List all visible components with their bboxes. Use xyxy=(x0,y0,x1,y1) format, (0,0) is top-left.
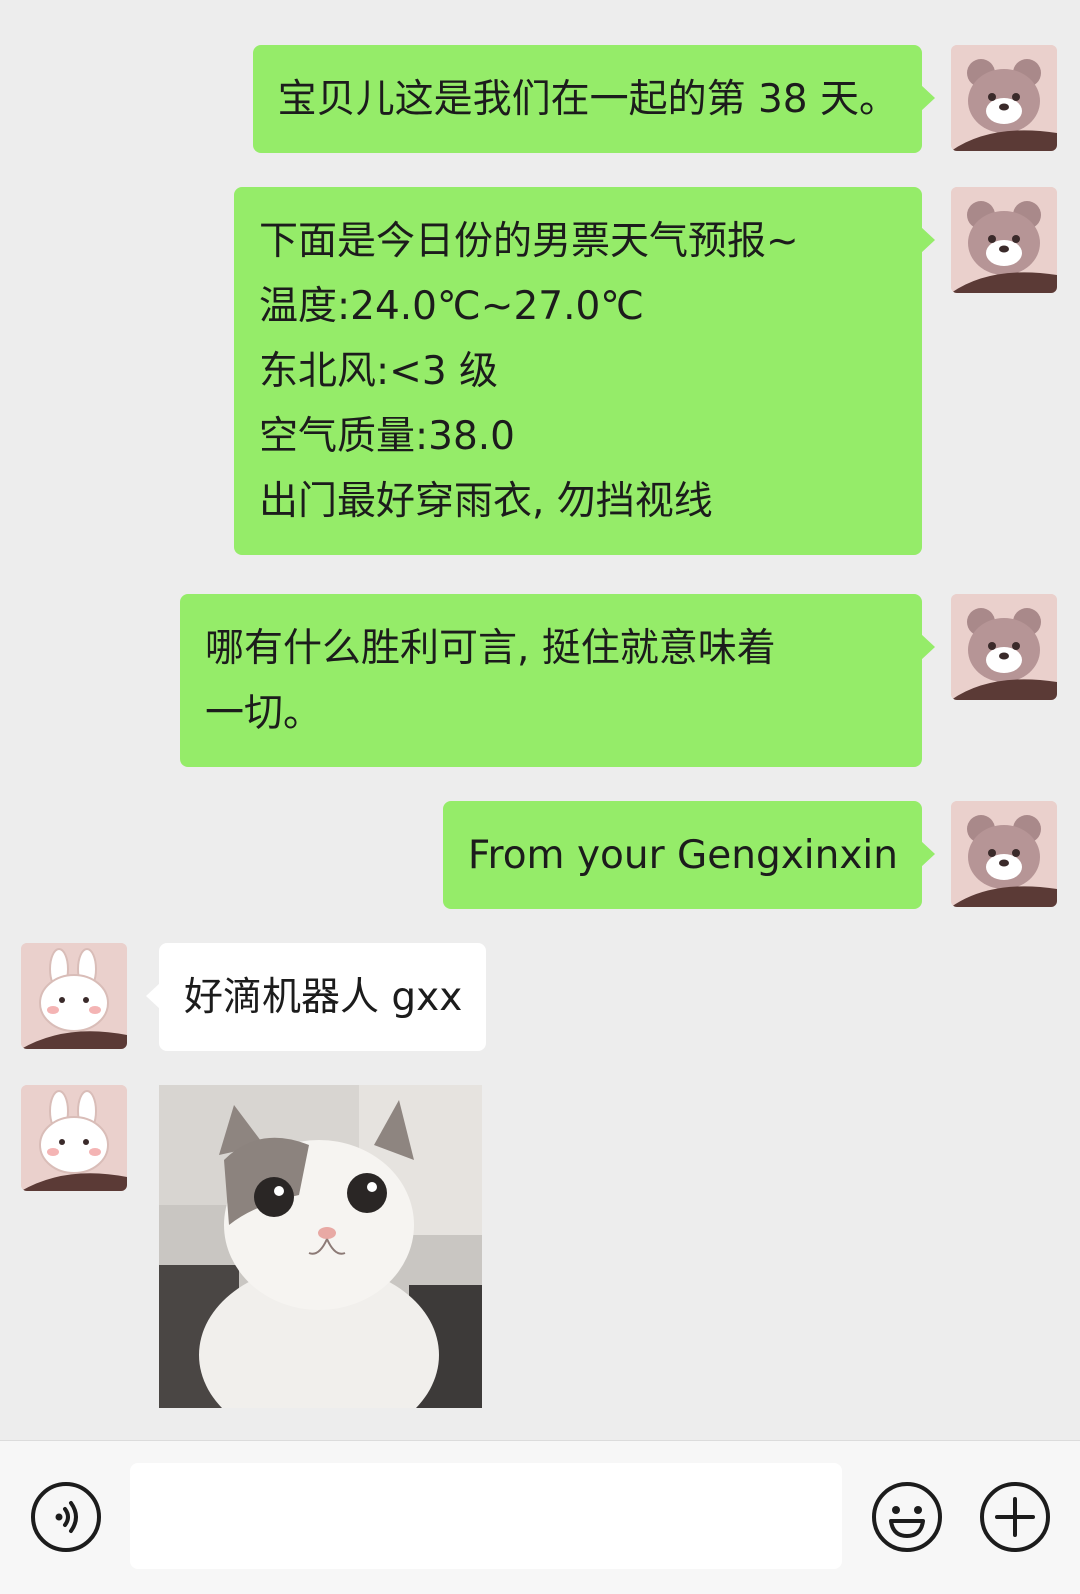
bear-avatar[interactable] xyxy=(951,45,1057,151)
message-text: 一切。 xyxy=(205,691,323,736)
bunny-avatar[interactable] xyxy=(21,1085,127,1191)
message-bubble-out[interactable]: 下面是今日份的男票天气预报~ 温度:24.0℃~27.0℃ 东北风:<3 级 空… xyxy=(234,187,935,555)
cat-photo[interactable] xyxy=(159,1085,482,1408)
chat-area: 宝贝儿这是我们在一起的第 38 天。 下面是今日份的男票天气预报~ 温度:24.… xyxy=(0,0,1080,1440)
message-text: 空气质量:38.0 xyxy=(259,414,515,459)
bear-avatar[interactable] xyxy=(951,187,1057,293)
message-bubble-out[interactable]: 宝贝儿这是我们在一起的第 38 天。 xyxy=(252,45,936,153)
message-bubble-in[interactable]: 好滴机器人 gxx xyxy=(145,943,487,1051)
message-text: 东北风:<3 级 xyxy=(259,349,499,394)
message-text: 哪有什么胜利可言, 挺住就意味着 xyxy=(205,626,776,671)
message-text: 好滴机器人 gxx xyxy=(184,975,463,1020)
chat-input-bar xyxy=(0,1440,1080,1594)
message-bubble-out[interactable]: From your Gengxinxin xyxy=(442,801,936,909)
message-text: 下面是今日份的男票天气预报~ xyxy=(259,219,799,264)
bunny-avatar[interactable] xyxy=(21,943,127,1049)
message-input[interactable] xyxy=(130,1463,842,1569)
emoji-icon[interactable] xyxy=(871,1481,943,1553)
message-text: 宝贝儿这是我们在一起的第 38 天。 xyxy=(277,77,898,122)
message-text: 温度:24.0℃~27.0℃ xyxy=(259,284,645,329)
bear-avatar[interactable] xyxy=(951,594,1057,700)
plus-icon[interactable] xyxy=(979,1481,1051,1553)
bear-avatar[interactable] xyxy=(951,801,1057,907)
message-text: 出门最好穿雨衣, 勿挡视线 xyxy=(259,479,713,524)
message-bubble-out[interactable]: 哪有什么胜利可言, 挺住就意味着 一切。 xyxy=(180,594,935,767)
message-text: From your Gengxinxin xyxy=(467,833,898,878)
voice-icon[interactable] xyxy=(30,1481,102,1553)
